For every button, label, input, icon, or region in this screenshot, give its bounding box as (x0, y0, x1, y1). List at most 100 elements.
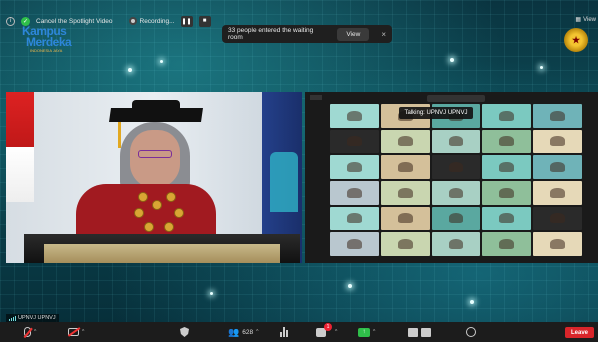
reactions-button[interactable] (466, 326, 476, 338)
info-icon[interactable]: i (6, 16, 15, 26)
participant-video-tile[interactable] (533, 104, 582, 128)
sparkle-decoration (160, 60, 163, 63)
view-toggle-button[interactable]: ▦ View (575, 16, 596, 24)
chevron-up-icon[interactable]: ^ (34, 329, 36, 335)
participant-video-tile[interactable] (482, 155, 532, 179)
gallery-view[interactable]: Talking: UPNVJ UPNVJ (305, 92, 598, 263)
stop-recording-button[interactable]: ■ (198, 15, 211, 27)
recording-label: Recording... (139, 17, 175, 25)
participant-video-tile[interactable] (533, 232, 582, 256)
university-emblem-icon: ★ (564, 28, 588, 52)
medal-chain (134, 208, 144, 218)
participant-video-tile[interactable] (330, 104, 379, 128)
participant-video-tile[interactable] (482, 180, 532, 205)
participants-count: 628 (242, 328, 254, 336)
record-icon (408, 327, 418, 337)
kampus-merdeka-logo: Kampus Merdeka INDONESIA JAYA (22, 25, 77, 54)
participant-video-tile[interactable] (533, 206, 582, 231)
chat-button[interactable]: 1 ^ (316, 322, 337, 338)
participant-video-tile[interactable] (533, 129, 582, 154)
security-button[interactable] (180, 326, 189, 338)
participant-video-tile[interactable] (482, 206, 532, 231)
participant-video-tile[interactable] (533, 155, 582, 179)
medal-chain (144, 222, 154, 232)
speaker-face (130, 130, 180, 188)
speaker-video[interactable] (6, 92, 302, 263)
participant-video-tile[interactable] (380, 206, 430, 231)
pause-recording-button[interactable]: ❚❚ (180, 15, 193, 27)
chevron-up-icon[interactable]: ^ (335, 329, 337, 335)
mic-muted-icon (24, 327, 31, 337)
sparkle-decoration (348, 284, 352, 288)
medal-chain (174, 208, 184, 218)
speaker-glasses (138, 150, 172, 158)
gallery-control[interactable] (310, 95, 322, 100)
cap-tassel (118, 118, 121, 148)
participants-button[interactable]: 👥 628 ^ (228, 326, 258, 338)
chat-icon: 1 (316, 322, 332, 337)
record-icon (128, 17, 137, 25)
sparkle-decoration (210, 292, 213, 295)
medal-chain (152, 200, 162, 210)
participant-video-tile[interactable] (330, 180, 379, 205)
participants-icon: 👥 (228, 326, 240, 337)
active-speaker-name: UPNVJ UPNVJ (18, 315, 56, 321)
recording-indicator: Recording... (128, 17, 175, 25)
podium (24, 234, 300, 263)
participant-video-tile[interactable] (380, 180, 430, 205)
waiting-room-text: 33 people entered the waiting room (228, 27, 314, 41)
chevron-up-icon[interactable]: ^ (82, 329, 84, 335)
active-speaker-label: UPNVJ UPNVJ (6, 314, 59, 322)
participant-video-tile[interactable] (380, 129, 430, 154)
participant-video-tile[interactable] (431, 155, 481, 179)
pause-icon (421, 327, 431, 337)
graduation-cap-brim (109, 108, 203, 122)
gallery-title-bar (427, 95, 485, 102)
participant-video-tile[interactable] (330, 206, 379, 231)
participant-video-tile[interactable] (431, 232, 481, 256)
leave-button[interactable]: Leave (564, 327, 594, 338)
grid-icon: ▦ (575, 17, 582, 23)
participant-video-tile[interactable] (482, 104, 532, 128)
participant-video-tile[interactable] (431, 180, 481, 205)
polls-button[interactable] (280, 326, 288, 338)
record-button[interactable] (408, 326, 431, 338)
participant-video-tile[interactable] (431, 206, 481, 231)
participant-video-tile[interactable] (380, 232, 430, 256)
sparkle-decoration (540, 66, 543, 69)
waiting-room-notice: 33 people entered the waiting room View … (222, 25, 392, 43)
logo-line2: Merdeka (26, 35, 72, 49)
mute-button[interactable]: ^ (24, 326, 36, 338)
participant-video-tile[interactable] (431, 129, 481, 154)
meeting-toolbar: ^ ^ 👥 628 ^ 1 ^ ↑ ^ Leave (0, 322, 598, 342)
participant-video-tile[interactable] (330, 129, 379, 154)
signal-icon (9, 315, 16, 321)
chevron-up-icon[interactable]: ^ (256, 329, 258, 335)
participant-video-tile[interactable] (380, 155, 430, 179)
polls-icon (280, 327, 288, 337)
medal-chain (138, 192, 148, 202)
chevron-up-icon[interactable]: ^ (373, 329, 375, 335)
participant-video-tile[interactable] (482, 232, 532, 256)
view-toggle-label: View (583, 16, 596, 23)
participant-video-tile[interactable] (330, 232, 379, 256)
participant-grid (330, 104, 582, 256)
close-icon[interactable]: × (381, 30, 386, 39)
share-screen-icon: ↑ (358, 327, 370, 337)
medal-chain (164, 222, 174, 232)
video-off-icon (68, 328, 79, 336)
sparkle-decoration (470, 300, 474, 304)
security-icon (180, 327, 189, 337)
video-button[interactable]: ^ (68, 326, 84, 338)
flag-decoration (6, 92, 34, 202)
participant-video-tile[interactable] (533, 180, 582, 205)
participant-video-tile[interactable] (330, 155, 379, 179)
share-screen-button[interactable]: ↑ ^ (358, 326, 375, 338)
sparkle-decoration (128, 68, 132, 72)
waiting-room-view-button[interactable]: View (337, 27, 370, 41)
chat-badge: 1 (324, 322, 332, 331)
sparkle-decoration (450, 58, 454, 62)
reactions-icon (466, 327, 476, 337)
talking-indicator: Talking: UPNVJ UPNVJ (399, 107, 473, 119)
participant-video-tile[interactable] (482, 129, 532, 154)
